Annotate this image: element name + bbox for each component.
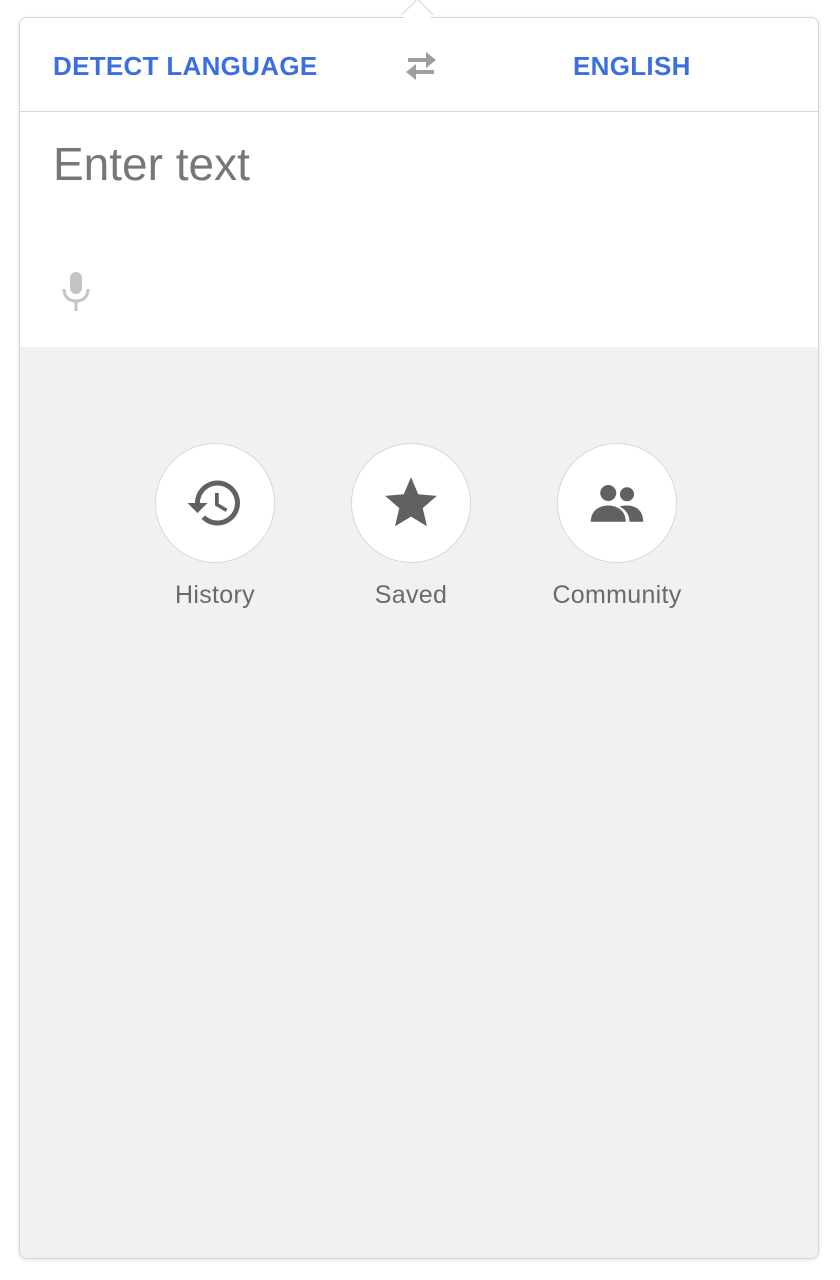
quick-actions-panel: History Saved Community: [20, 347, 818, 1258]
microphone-icon[interactable]: [58, 270, 94, 314]
saved-circle[interactable]: [351, 443, 471, 563]
community-circle[interactable]: [557, 443, 677, 563]
translate-popup: DETECT LANGUAGE ENGLISH History: [19, 17, 819, 1259]
history-button[interactable]: History: [115, 443, 315, 610]
history-circle[interactable]: [155, 443, 275, 563]
swap-arrows-icon[interactable]: [400, 49, 442, 83]
target-language-button[interactable]: ENGLISH: [573, 51, 691, 81]
people-icon: [590, 485, 644, 522]
source-text-input[interactable]: [53, 134, 773, 194]
text-input-area: [20, 112, 818, 347]
source-language-button[interactable]: DETECT LANGUAGE: [53, 51, 318, 81]
community-button[interactable]: Community: [517, 443, 717, 610]
star-icon: [385, 477, 437, 527]
history-label: History: [175, 581, 255, 609]
history-icon: [187, 480, 240, 526]
saved-button[interactable]: Saved: [311, 443, 511, 610]
language-bar: DETECT LANGUAGE ENGLISH: [20, 18, 818, 112]
community-label: Community: [552, 581, 682, 609]
saved-label: Saved: [374, 581, 448, 609]
